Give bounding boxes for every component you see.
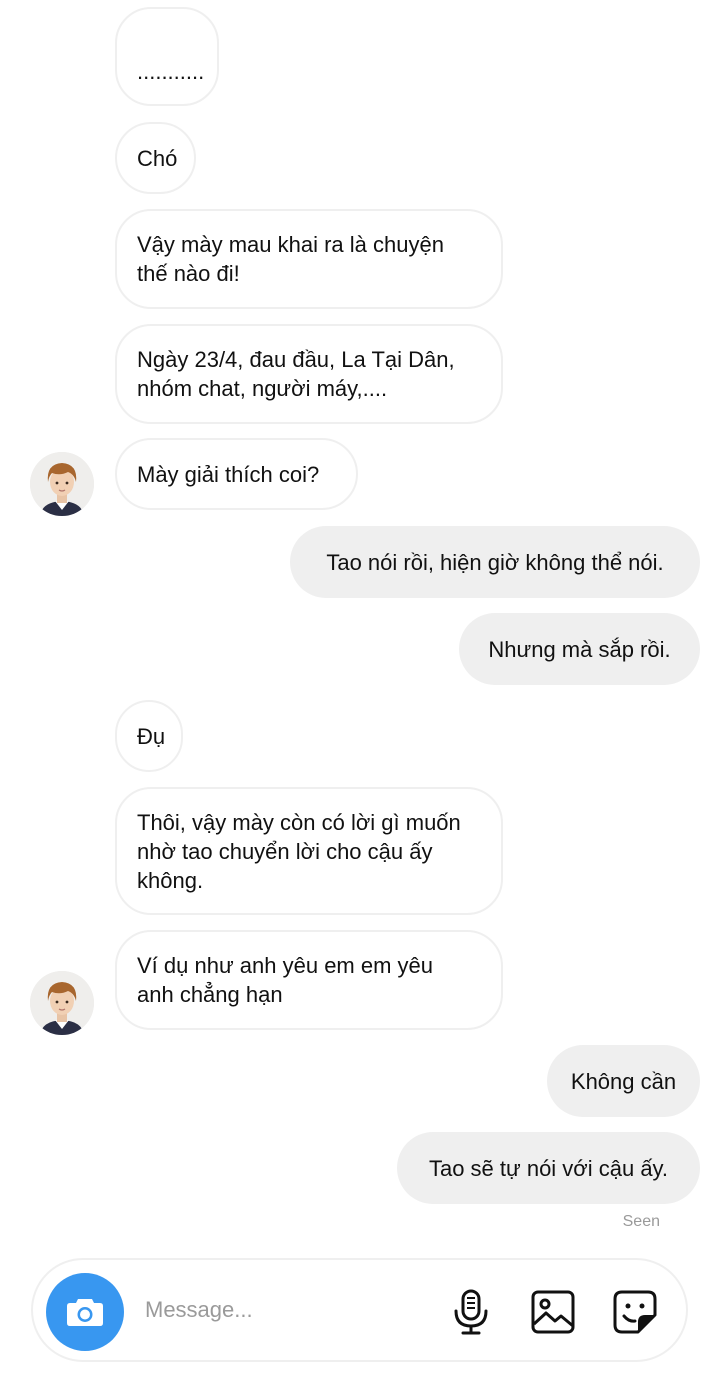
gallery-button[interactable] [529, 1288, 577, 1336]
message-text: Tao sẽ tự nói với cậu ấy. [428, 1155, 669, 1181]
message-text: Không cần [570, 1068, 677, 1094]
microphone-button[interactable] [447, 1288, 495, 1336]
message-bubble-sent[interactable]: Nhưng mà sắp rồi. [459, 613, 700, 685]
message-bubble-sent[interactable]: Tao nói rồi, hiện giờ không thể nói. [290, 526, 700, 598]
avatar-portrait-icon [30, 971, 94, 1035]
camera-button[interactable] [46, 1273, 124, 1351]
message-bubble-received[interactable]: Ví dụ như anh yêu em em yêu anh chẳng hạ… [115, 930, 503, 1030]
message-input[interactable] [145, 1290, 425, 1330]
message-composer [31, 1258, 688, 1362]
sticker-icon [613, 1290, 657, 1334]
message-bubble-received[interactable]: Chó [115, 122, 196, 194]
sender-avatar[interactable] [30, 971, 94, 1035]
message-bubble-sent[interactable]: Tao sẽ tự nói với cậu ấy. [397, 1132, 700, 1204]
message-bubble-received[interactable]: ........... [115, 7, 219, 106]
message-text: Đụ [137, 723, 166, 749]
sender-avatar[interactable] [30, 452, 94, 516]
microphone-icon [454, 1289, 488, 1335]
gallery-icon [531, 1290, 575, 1334]
message-bubble-received[interactable]: Vậy mày mau khai ra là chuyện thế nào đi… [115, 209, 503, 309]
message-text: ........... [137, 59, 205, 84]
message-text: Chó [137, 145, 178, 171]
message-text: Thôi, vậy mày còn có lời gì muốn nhờ tao… [137, 809, 461, 893]
sticker-button[interactable] [611, 1288, 659, 1336]
message-text: Ngày 23/4, đau đầu, La Tại Dân, nhóm cha… [137, 347, 455, 401]
message-bubble-received[interactable]: Thôi, vậy mày còn có lời gì muốn nhờ tao… [115, 787, 503, 915]
message-bubble-received[interactable]: Đụ [115, 700, 183, 772]
message-text: Mày giải thích coi? [137, 461, 320, 487]
message-bubble-sent[interactable]: Không cần [547, 1045, 700, 1117]
message-bubble-received[interactable]: Mày giải thích coi? [115, 438, 358, 510]
message-text: Vậy mày mau khai ra là chuyện thế nào đi… [137, 232, 444, 286]
message-text: Nhưng mà sắp rồi. [488, 636, 671, 662]
message-thread: ........... Chó Vậy mày mau khai ra là c… [0, 0, 720, 1245]
message-bubble-received[interactable]: Ngày 23/4, đau đầu, La Tại Dân, nhóm cha… [115, 324, 503, 424]
message-text: Tao nói rồi, hiện giờ không thể nói. [326, 549, 664, 575]
message-text: Ví dụ như anh yêu em em yêu anh chẳng hạ… [137, 953, 434, 1007]
avatar-portrait-icon [30, 452, 94, 516]
camera-icon [67, 1299, 103, 1326]
seen-status: Seen [622, 1213, 660, 1230]
